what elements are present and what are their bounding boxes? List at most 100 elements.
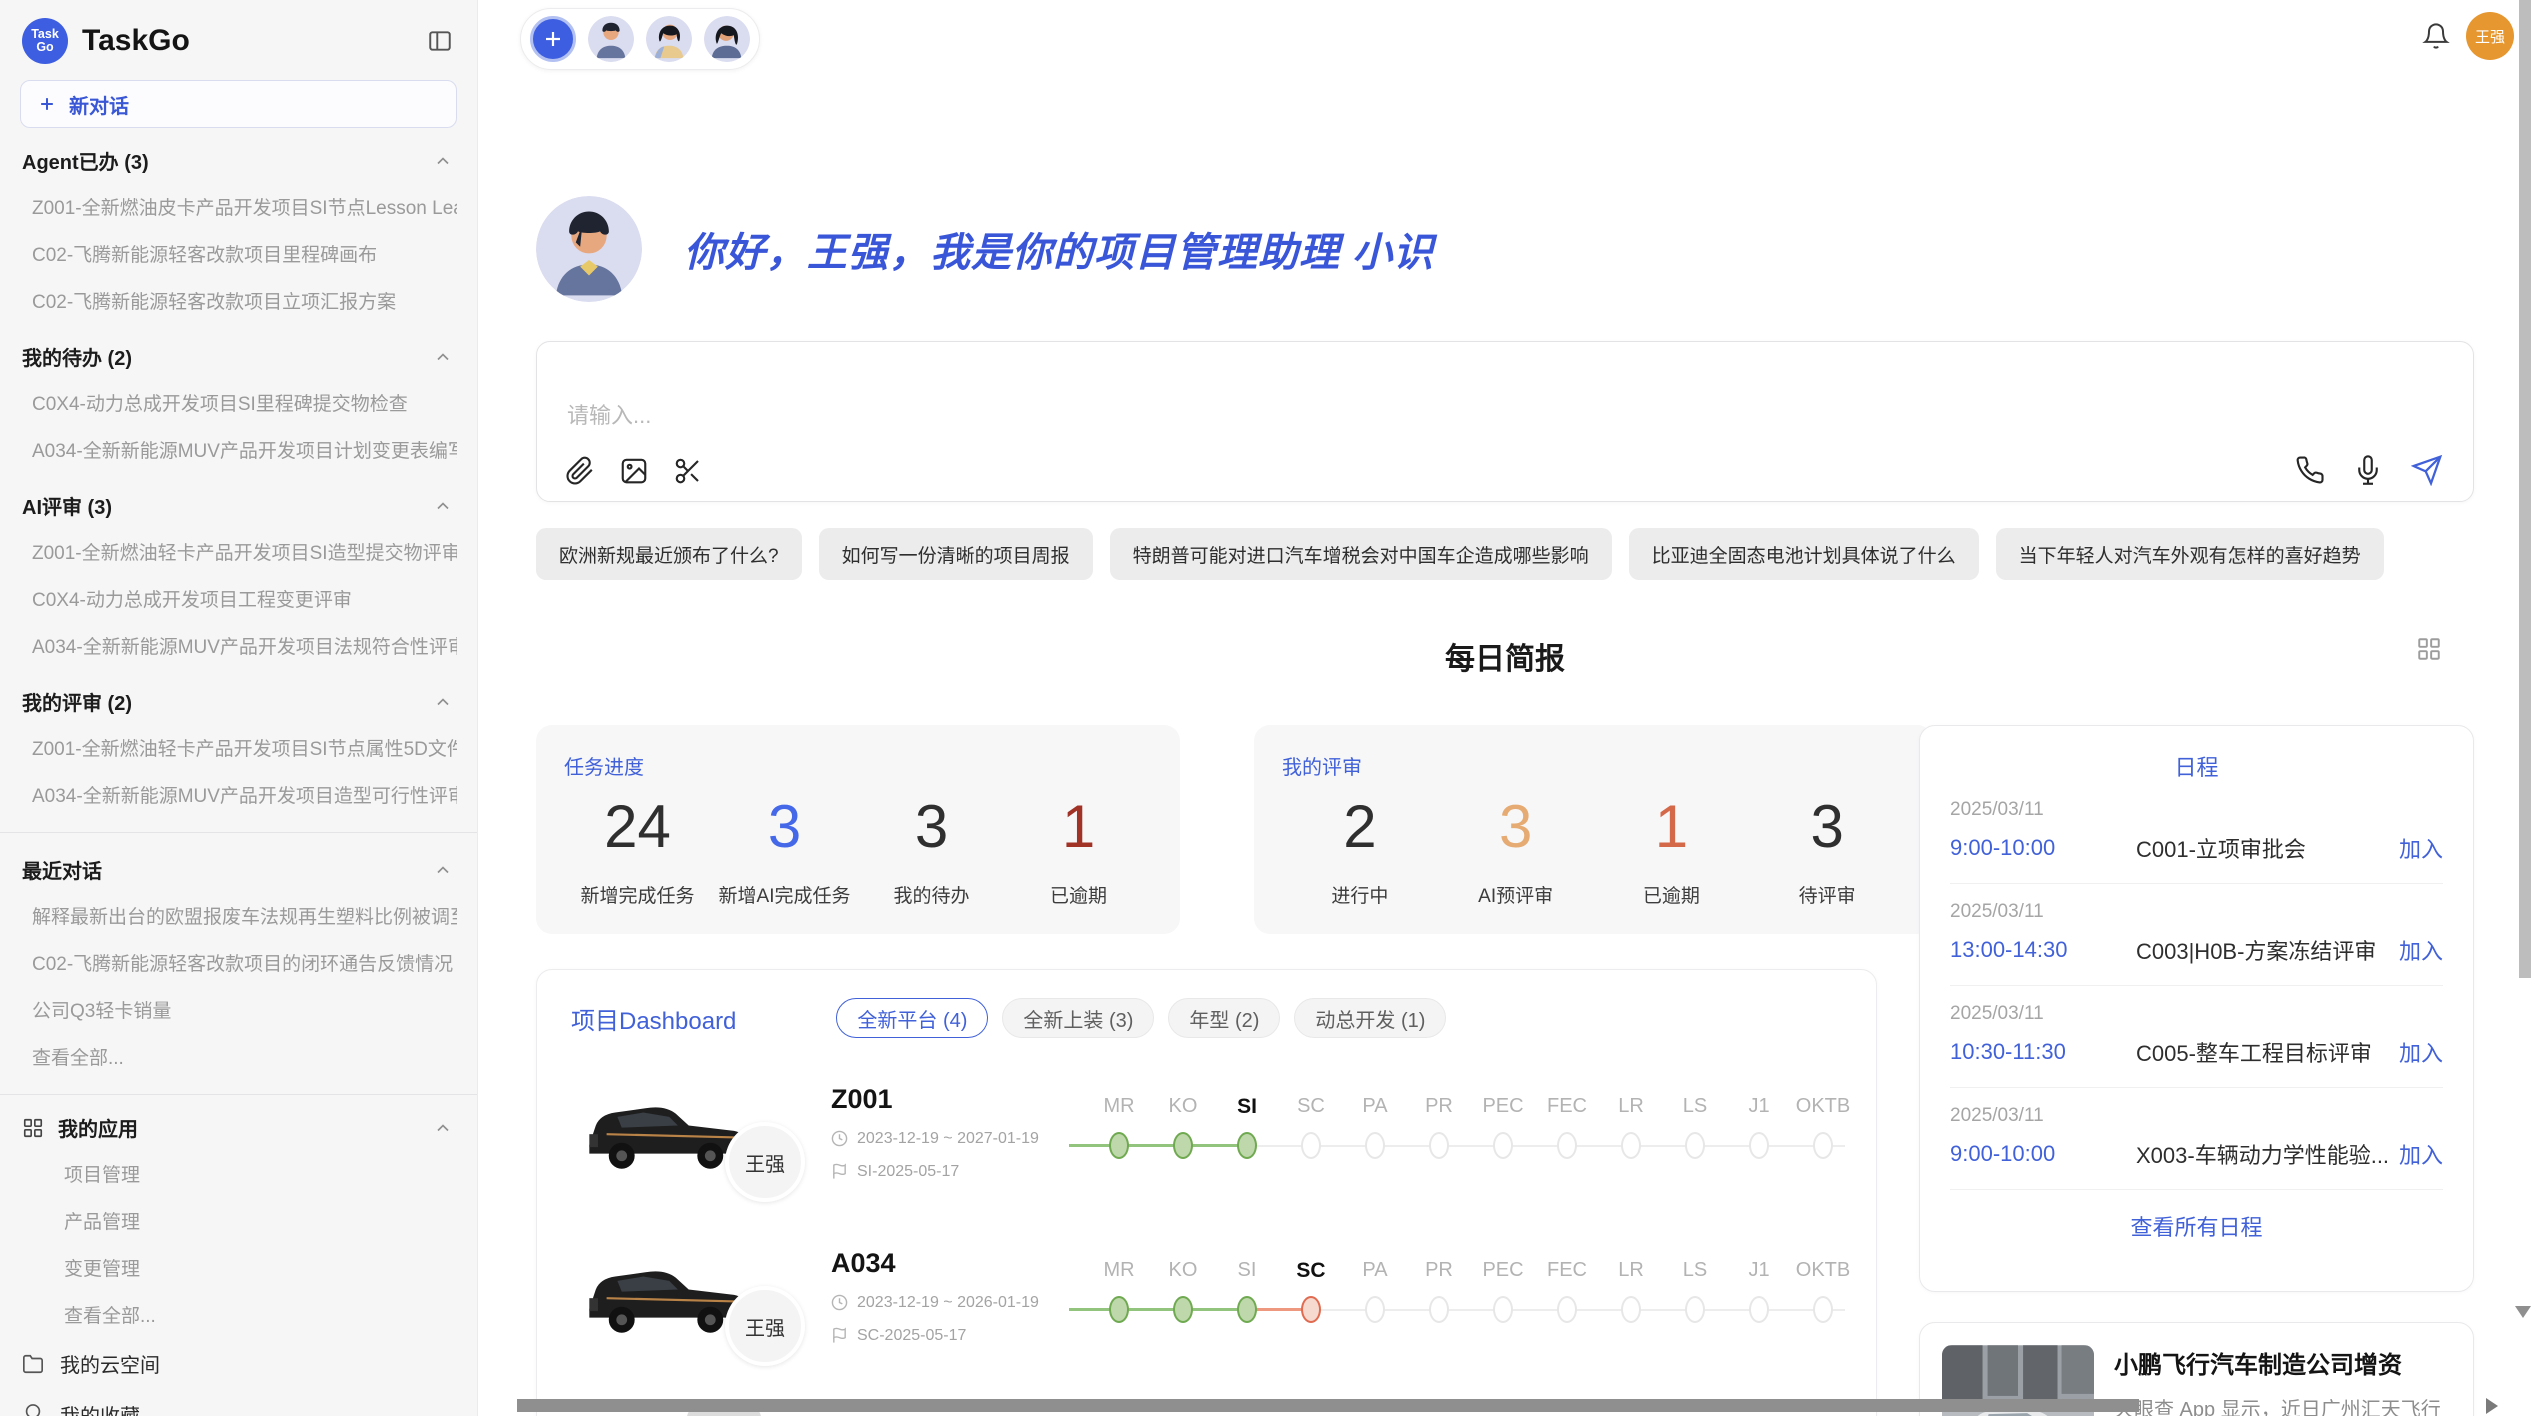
apps-grid-icon	[22, 1117, 44, 1139]
microphone-icon[interactable]	[2353, 455, 2383, 485]
list-item[interactable]: A034-全新新能源MUV产品开发项目法规符合性评审	[20, 622, 457, 669]
user-avatar[interactable]: 王强	[2466, 12, 2514, 60]
suggestion-chip[interactable]: 当下年轻人对汽车外观有怎样的喜好趋势	[1996, 528, 2384, 580]
join-link[interactable]: 加入	[2399, 1138, 2443, 1170]
schedule-event-name[interactable]: C003|H0B-方案冻结评审	[2136, 934, 2399, 966]
layout-grid-icon[interactable]	[2416, 636, 2442, 662]
send-icon[interactable]	[2411, 454, 2443, 486]
list-item[interactable]: 公司Q3轻卡销量	[20, 986, 457, 1033]
chevron-up-icon[interactable]	[433, 860, 453, 880]
stat-value: 3	[1749, 792, 1905, 861]
list-item-view-all[interactable]: 查看全部...	[20, 1033, 457, 1080]
view-all-schedule-link[interactable]: 查看所有日程	[1950, 1210, 2443, 1242]
screenshot-scissors-icon[interactable]	[673, 456, 703, 486]
milestone-label: PA	[1343, 1095, 1407, 1119]
section-title: Agent已办 (3)	[22, 146, 149, 175]
milestone-dot	[1365, 1132, 1385, 1159]
milestone-dot	[1429, 1132, 1449, 1159]
agent-avatar-1[interactable]	[588, 16, 634, 62]
notification-bell-icon[interactable]	[2422, 22, 2450, 50]
tab-new-platform[interactable]: 全新平台 (4)	[836, 998, 988, 1038]
chat-composer[interactable]: 请输入...	[536, 341, 2474, 502]
stat-label: 我的待办	[858, 881, 1005, 908]
stat-pending-review: 3 待评审	[1749, 792, 1905, 908]
list-item[interactable]: C02-飞腾新能源轻客改款项目的闭环通告反馈情况	[20, 939, 457, 986]
milestone-label: PR	[1407, 1259, 1471, 1283]
section-my-todo[interactable]: 我的待办 (2)	[20, 324, 457, 379]
schedule-event-name[interactable]: C005-整车工程目标评审	[2136, 1036, 2399, 1068]
chevron-up-icon[interactable]	[433, 1118, 453, 1138]
list-item[interactable]: 解释最新出台的欧盟报废车法规再生塑料比例被调至15%...	[20, 892, 457, 939]
schedule-item: 2025/03/11 13:00-14:30 C003|H0B-方案冻结评审 加…	[1950, 884, 2443, 986]
join-link[interactable]: 加入	[2399, 832, 2443, 864]
divider	[0, 832, 477, 833]
horizontal-scrollbar-thumb[interactable]	[517, 1399, 2139, 1412]
list-item[interactable]: Z001-全新燃油皮卡产品开发项目SI节点Lesson Learn报告	[20, 183, 457, 230]
sidebar-item-project-mgmt[interactable]: 项目管理	[20, 1150, 457, 1197]
list-item[interactable]: C02-飞腾新能源轻客改款项目里程碑画布	[20, 230, 457, 277]
sidebar-item-cloud-space[interactable]: 我的云空间	[20, 1338, 457, 1389]
suggestion-chip[interactable]: 比亚迪全固态电池计划具体说了什么	[1629, 528, 1979, 580]
suggestion-chip[interactable]: 欧洲新规最近颁布了什么?	[536, 528, 802, 580]
new-chat-button[interactable]: 新对话	[20, 80, 457, 128]
add-agent-button[interactable]	[530, 16, 576, 62]
section-recent-chats[interactable]: 最近对话	[20, 837, 457, 892]
sidebar-item-change-mgmt[interactable]: 变更管理	[20, 1244, 457, 1291]
stat-value: 3	[858, 792, 1005, 861]
project-owner-badge[interactable]: 王强	[725, 1286, 805, 1366]
list-item[interactable]: A034-全新新能源MUV产品开发项目计划变更表编写	[20, 426, 457, 473]
news-title[interactable]: 小鹏飞行汽车制造公司增资	[2114, 1345, 2451, 1380]
list-item[interactable]: C0X4-动力总成开发项目工程变更评审	[20, 575, 457, 622]
news-content: 小鹏飞行汽车制造公司增资 天眼查 App 显示，近日广州汇天飞行汽...	[2114, 1345, 2451, 1416]
join-link[interactable]: 加入	[2399, 934, 2443, 966]
clock-icon	[831, 1294, 848, 1311]
chevron-up-icon[interactable]	[433, 496, 453, 516]
chevron-up-icon[interactable]	[433, 692, 453, 712]
tab-year-model[interactable]: 年型 (2)	[1168, 998, 1280, 1038]
section-agent-done[interactable]: Agent已办 (3)	[20, 128, 457, 183]
project-name[interactable]: Z001	[831, 1084, 1081, 1115]
project-image: 王强	[571, 1242, 761, 1350]
main-area: 王强 你好，王强，我是你的项目管理助理 小识 请输入... 欧洲新规最近颁布了什…	[478, 0, 2532, 1416]
vertical-scrollbar-thumb[interactable]	[2519, 0, 2531, 978]
sidebar-item-product-mgmt[interactable]: 产品管理	[20, 1197, 457, 1244]
project-flag-date: SC-2025-05-17	[857, 1327, 966, 1345]
milestone-labels: MR KO SI SC PA PR PEC FEC LR LS J1 OKTB	[1087, 1259, 1855, 1283]
stat-new-done: 24 新增完成任务	[564, 792, 711, 908]
project-name[interactable]: A034	[831, 1248, 1081, 1279]
list-item[interactable]: Z001-全新燃油轻卡产品开发项目SI造型提交物评审	[20, 528, 457, 575]
list-item[interactable]: C02-飞腾新能源轻客改款项目立项汇报方案	[20, 277, 457, 324]
daily-brief-header: 每日简报	[536, 634, 2474, 678]
chevron-up-icon[interactable]	[433, 347, 453, 367]
stat-label: 已逾期	[1594, 881, 1750, 908]
suggestion-chip[interactable]: 如何写一份清晰的项目周报	[819, 528, 1093, 580]
join-link[interactable]: 加入	[2399, 1036, 2443, 1068]
tab-powertrain[interactable]: 动总开发 (1)	[1294, 998, 1446, 1038]
schedule-event-name[interactable]: X003-车辆动力学性能验...	[2136, 1138, 2399, 1170]
list-item[interactable]: C0X4-动力总成开发项目SI里程碑提交物检查	[20, 379, 457, 426]
suggestion-chip[interactable]: 特朗普可能对进口汽车增税会对中国车企造成哪些影响	[1110, 528, 1612, 580]
sidebar-item-view-all-apps[interactable]: 查看全部...	[20, 1291, 457, 1338]
schedule-event-name[interactable]: C001-立项审批会	[2136, 832, 2399, 864]
sidebar-item-favorites[interactable]: 我的收藏	[20, 1389, 457, 1416]
list-item[interactable]: A034-全新新能源MUV产品开发项目造型可行性评审	[20, 771, 457, 818]
tab-new-body[interactable]: 全新上装 (3)	[1002, 998, 1154, 1038]
agent-avatar-3[interactable]	[704, 16, 750, 62]
attachment-icon[interactable]	[565, 456, 595, 486]
image-upload-icon[interactable]	[619, 456, 649, 486]
scroll-down-arrow[interactable]	[2515, 1306, 2531, 1318]
stat-value: 2	[1282, 792, 1438, 861]
project-image: 王强	[571, 1078, 761, 1186]
section-ai-review[interactable]: AI评审 (3)	[20, 473, 457, 528]
scroll-right-arrow[interactable]	[2486, 1398, 2498, 1414]
milestone-label: MR	[1087, 1095, 1151, 1119]
list-item[interactable]: Z001-全新燃油轻卡产品开发项目SI节点属性5D文件评审	[20, 724, 457, 771]
voice-call-icon[interactable]	[2295, 455, 2325, 485]
agent-avatar-2[interactable]	[646, 16, 692, 62]
project-owner-badge[interactable]: 王强	[725, 1122, 805, 1202]
composer-placeholder[interactable]: 请输入...	[567, 398, 2443, 430]
section-my-apps[interactable]: 我的应用	[20, 1099, 457, 1150]
sidebar-collapse-icon[interactable]	[425, 26, 455, 56]
chevron-up-icon[interactable]	[433, 151, 453, 171]
section-my-review[interactable]: 我的评审 (2)	[20, 669, 457, 724]
